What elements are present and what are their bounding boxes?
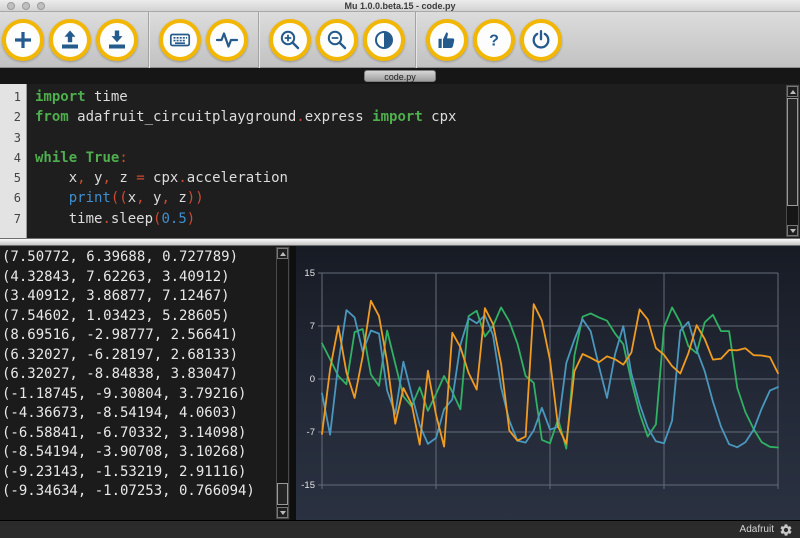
device-name: Adafruit <box>739 524 774 535</box>
code-line: time.sleep(0.5) <box>35 210 196 227</box>
keyboard-icon <box>168 28 192 52</box>
svg-text:-15: -15 <box>301 480 315 491</box>
toolbar-button-repl[interactable] <box>159 18 201 61</box>
code-line: from adafruit_circuitplayground.express … <box>35 109 457 126</box>
toolbar-separator <box>415 11 416 68</box>
repl-line: (4.32843, 7.62263, 3.40912) <box>2 268 230 285</box>
svg-text:-7: -7 <box>307 427 315 438</box>
plus-icon <box>11 28 35 52</box>
repl-line: (6.32027, -6.28197, 2.68133) <box>2 346 239 363</box>
toolbar-button-check[interactable] <box>426 18 468 61</box>
download-icon <box>105 28 129 52</box>
scroll-down-icon[interactable] <box>787 225 798 236</box>
line-number: 7 <box>13 211 21 226</box>
status-bar: Adafruit <box>0 520 800 538</box>
repl-line: (6.32027, -8.84838, 3.83047) <box>2 366 239 382</box>
minimize-window-button[interactable] <box>22 2 30 10</box>
scroll-down-icon[interactable] <box>277 507 288 518</box>
repl-line: (-9.23143, -1.53219, 2.91116) <box>2 463 247 480</box>
toolbar-group <box>269 18 405 61</box>
svg-text:7: 7 <box>310 321 315 332</box>
plotter-panel: 15 7 0 -7 -15 <box>296 246 800 520</box>
bottom-panes: (7.50772, 6.39688, 0.727789) (4.32843, 7.… <box>0 246 800 520</box>
zoom-out-icon <box>325 28 349 52</box>
question-icon: ? <box>482 28 506 52</box>
titlebar: Mu 1.0.0.beta.15 - code.py <box>0 0 800 12</box>
repl-line: (-4.36673, -8.54194, 4.0603) <box>2 405 239 421</box>
line-number: 4 <box>13 150 21 165</box>
svg-text:0: 0 <box>310 374 315 385</box>
code-line: x, y, z = cpx.acceleration <box>35 170 288 187</box>
toolbar-group <box>2 18 138 61</box>
editor-scrollbar[interactable] <box>786 85 799 237</box>
toolbar-button-zoom-out[interactable] <box>316 18 358 61</box>
line-number-gutter: 1 2 3 4 5 6 7 <box>0 84 27 238</box>
line-number: 5 <box>13 171 21 186</box>
repl-line: (7.54602, 1.03423, 5.28605) <box>2 307 230 324</box>
horizontal-splitter[interactable] <box>0 238 800 246</box>
toolbar-button-help[interactable]: ? <box>473 18 515 61</box>
scroll-up-icon[interactable] <box>787 86 798 97</box>
contrast-icon <box>372 28 396 52</box>
zoom-in-icon <box>278 28 302 52</box>
editor-scrollbar-thumb[interactable] <box>787 98 798 206</box>
mu-window: Mu 1.0.0.beta.15 - code.py ? code.py 1 2 3… <box>0 0 800 538</box>
toolbar-button-save[interactable] <box>96 18 138 61</box>
toolbar: ? <box>0 11 800 68</box>
code-editor[interactable]: 1 2 3 4 5 6 7 import time from adafruit_circuit… <box>0 84 800 238</box>
toolbar-button-zoom-in[interactable] <box>269 18 311 61</box>
code-line: while True: <box>35 149 128 166</box>
toolbar-button-load[interactable] <box>49 18 91 61</box>
toolbar-separator <box>258 11 259 68</box>
code-text-area[interactable]: import time from adafruit_circuitplaygrou… <box>27 84 800 238</box>
window-controls <box>7 2 45 10</box>
repl-line: (-1.18745, -9.30804, 3.79216) <box>2 385 247 402</box>
tab-code-py[interactable]: code.py <box>364 70 436 82</box>
svg-text:?: ? <box>489 32 499 49</box>
repl-scrollbar[interactable] <box>276 247 289 519</box>
toolbar-button-plotter[interactable] <box>206 18 248 61</box>
repl-scrollbar-thumb[interactable] <box>277 483 288 505</box>
code-line: print((x, y, z)) <box>68 190 204 207</box>
repl-line: (-6.58841, -6.70332, 3.14098) <box>2 424 247 441</box>
toolbar-button-new[interactable] <box>2 18 44 61</box>
upload-icon <box>58 28 82 52</box>
scroll-up-icon[interactable] <box>277 248 288 259</box>
line-number: 2 <box>13 110 21 125</box>
gear-icon[interactable] <box>779 523 793 537</box>
zoom-window-button[interactable] <box>37 2 45 10</box>
repl-line: (7.50772, 6.39688, 0.727789) <box>2 249 239 265</box>
serial-output-panel[interactable]: (7.50772, 6.39688, 0.727789) (4.32843, 7.… <box>0 246 290 520</box>
svg-text:15: 15 <box>304 268 315 279</box>
code-line: import time <box>35 89 128 105</box>
toolbar-button-quit[interactable] <box>520 18 562 61</box>
toolbar-button-theme[interactable] <box>363 18 405 61</box>
line-number: 6 <box>13 191 21 206</box>
line-number: 3 <box>13 130 21 145</box>
pulse-icon <box>215 28 239 52</box>
repl-line: (-9.34634, -1.07253, 0.766094) <box>2 483 255 499</box>
toolbar-group <box>159 18 248 61</box>
tab-bar: code.py <box>0 68 800 84</box>
repl-line: (3.40912, 3.86877, 7.12467) <box>2 288 230 304</box>
thumbs-up-icon <box>435 28 459 52</box>
power-icon <box>529 28 553 52</box>
window-title: Mu 1.0.0.beta.15 - code.py <box>344 1 456 11</box>
toolbar-group: ? <box>426 18 562 61</box>
serial-output-text: (7.50772, 6.39688, 0.727789) (4.32843, 7.… <box>2 248 290 502</box>
repl-line: (-8.54194, -3.90708, 3.10268) <box>2 444 247 460</box>
repl-line: (8.69516, -2.98777, 2.56641) <box>2 327 239 343</box>
toolbar-separator <box>148 11 149 68</box>
line-number: 1 <box>13 90 21 104</box>
close-window-button[interactable] <box>7 2 15 10</box>
plotter-chart: 15 7 0 -7 -15 <box>301 268 779 491</box>
